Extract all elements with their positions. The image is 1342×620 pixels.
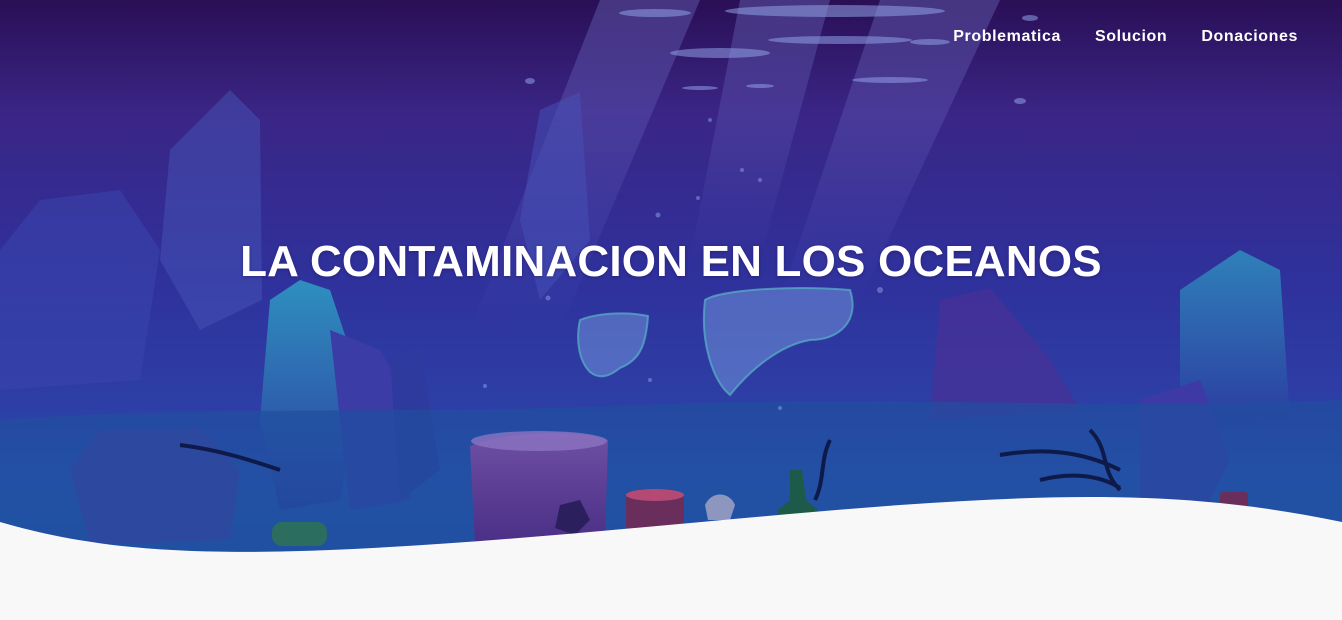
main-navigation: Problematica Solucion Donaciones (953, 26, 1298, 48)
page: Problematica Solucion Donaciones LA CONT… (0, 0, 1342, 620)
can-icon (272, 522, 327, 546)
nav-link-problematica[interactable]: Problematica (953, 26, 1061, 48)
nav-link-donaciones[interactable]: Donaciones (1201, 26, 1298, 48)
hero-section: Problematica Solucion Donaciones LA CONT… (0, 0, 1342, 620)
hero-background-illustration (0, 0, 1342, 620)
nav-link-solucion[interactable]: Solucion (1095, 26, 1167, 48)
hero-title: LA CONTAMINACION EN LOS OCEANOS (240, 237, 1102, 286)
